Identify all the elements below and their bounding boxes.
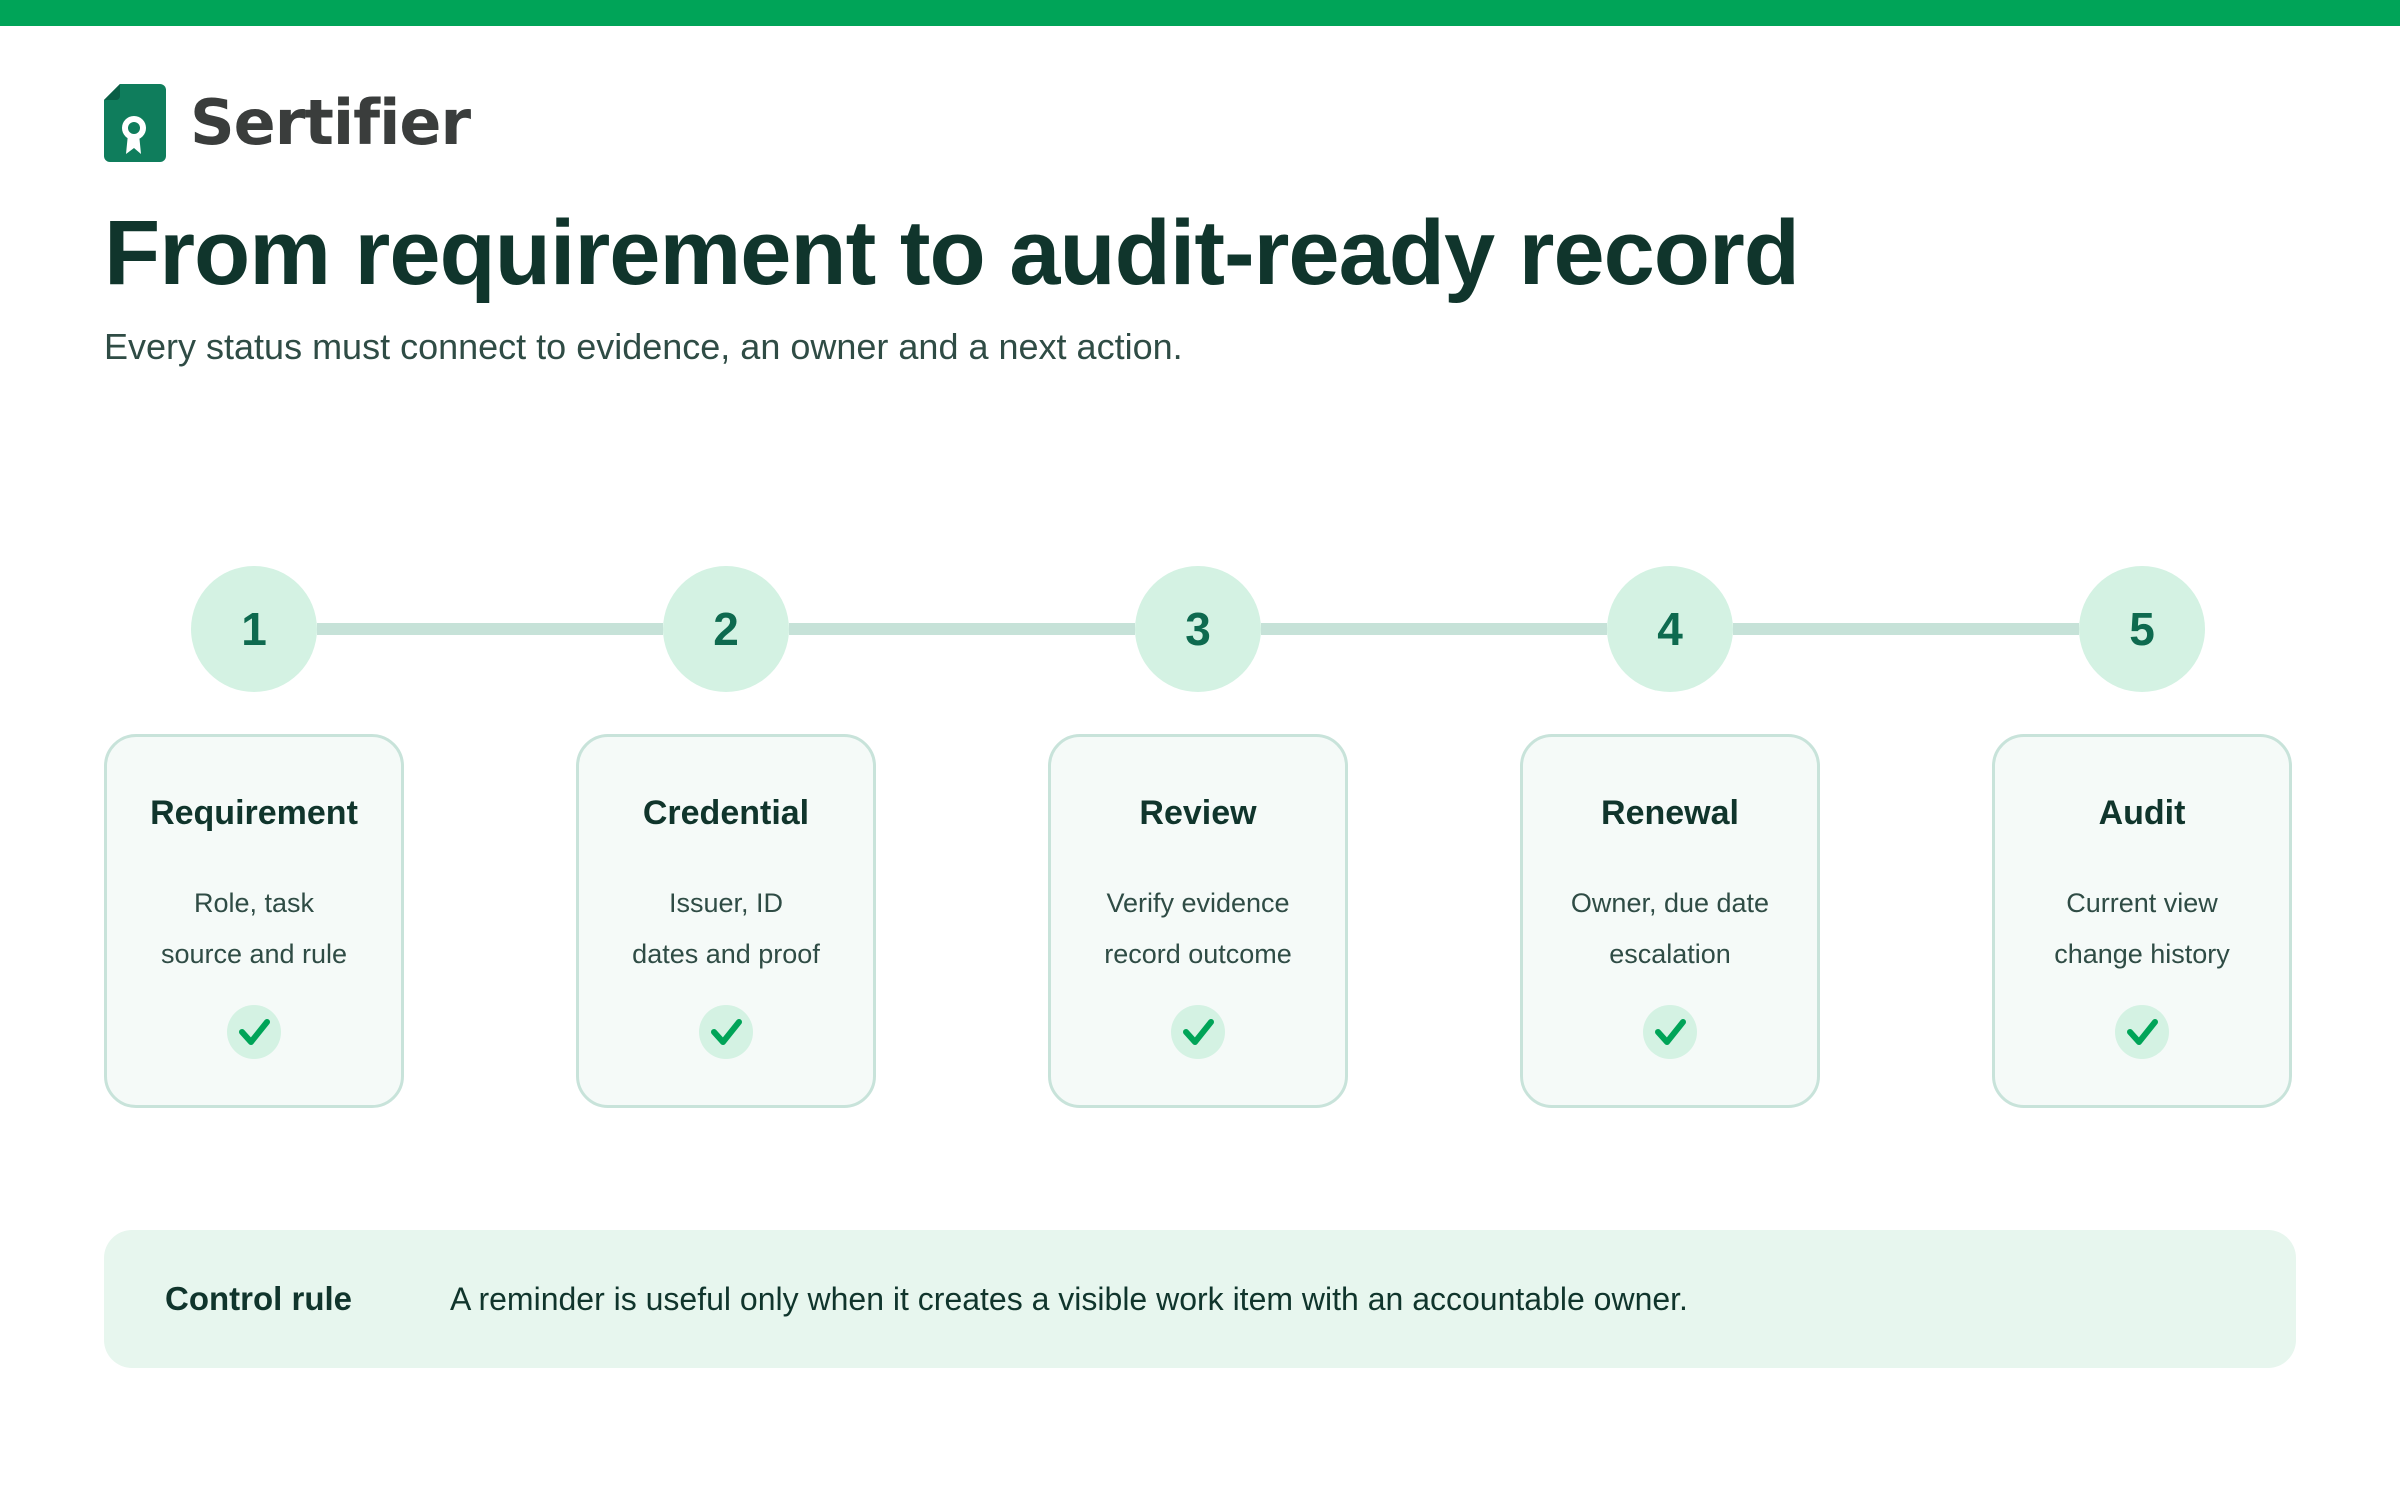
step-title: Audit	[2098, 794, 2186, 832]
step-connector	[1261, 623, 1607, 635]
check-icon	[2115, 1005, 2169, 1059]
brand-name: Sertifier	[190, 86, 471, 159]
step-number-badge: 3	[1135, 566, 1261, 692]
control-rule-box: Control rule A reminder is useful only w…	[104, 1230, 2296, 1368]
step-detail-line: Owner, due date	[1570, 888, 1770, 918]
page-subtitle: Every status must connect to evidence, a…	[104, 326, 1183, 367]
step-detail-line: Role, task	[193, 888, 315, 918]
step-detail-line: escalation	[1609, 939, 1731, 969]
step-card: Renewal Owner, due date escalation	[1520, 734, 1820, 1108]
check-icon	[1171, 1005, 1225, 1059]
top-accent-bar	[0, 0, 2400, 26]
check-icon	[1643, 1005, 1697, 1059]
step-title: Review	[1139, 794, 1257, 832]
step-connector	[317, 623, 663, 635]
step-connector	[789, 623, 1135, 635]
brand: Sertifier	[104, 83, 471, 163]
step-connector	[1733, 623, 2079, 635]
step-detail-line: dates and proof	[632, 939, 820, 969]
control-rule-text: A reminder is useful only when it create…	[450, 1281, 1688, 1317]
step-title: Renewal	[1601, 794, 1739, 832]
step-title: Credential	[642, 794, 810, 832]
control-rule-label: Control rule	[165, 1280, 352, 1317]
check-icon	[227, 1005, 281, 1059]
step-number-badge: 1	[191, 566, 317, 692]
step-detail-line: change history	[2054, 939, 2230, 969]
step-number-badge: 5	[2079, 566, 2205, 692]
step-number-badge: 4	[1607, 566, 1733, 692]
step-card: Audit Current view change history	[1992, 734, 2292, 1108]
page-title: From requirement to audit-ready record	[104, 202, 1800, 304]
check-icon	[699, 1005, 753, 1059]
step-detail-line: Issuer, ID	[668, 888, 784, 918]
step-card: Requirement Role, task source and rule	[104, 734, 404, 1108]
step-detail-line: source and rule	[160, 939, 348, 969]
step-card: Review Verify evidence record outcome	[1048, 734, 1348, 1108]
step-card: Credential Issuer, ID dates and proof	[576, 734, 876, 1108]
step-title: Requirement	[150, 794, 358, 832]
step-detail-line: Current view	[2066, 888, 2218, 918]
certificate-ribbon-icon	[104, 84, 166, 162]
step-number-badge: 2	[663, 566, 789, 692]
step-detail-line: record outcome	[1104, 939, 1292, 969]
step-detail-line: Verify evidence	[1106, 888, 1290, 918]
